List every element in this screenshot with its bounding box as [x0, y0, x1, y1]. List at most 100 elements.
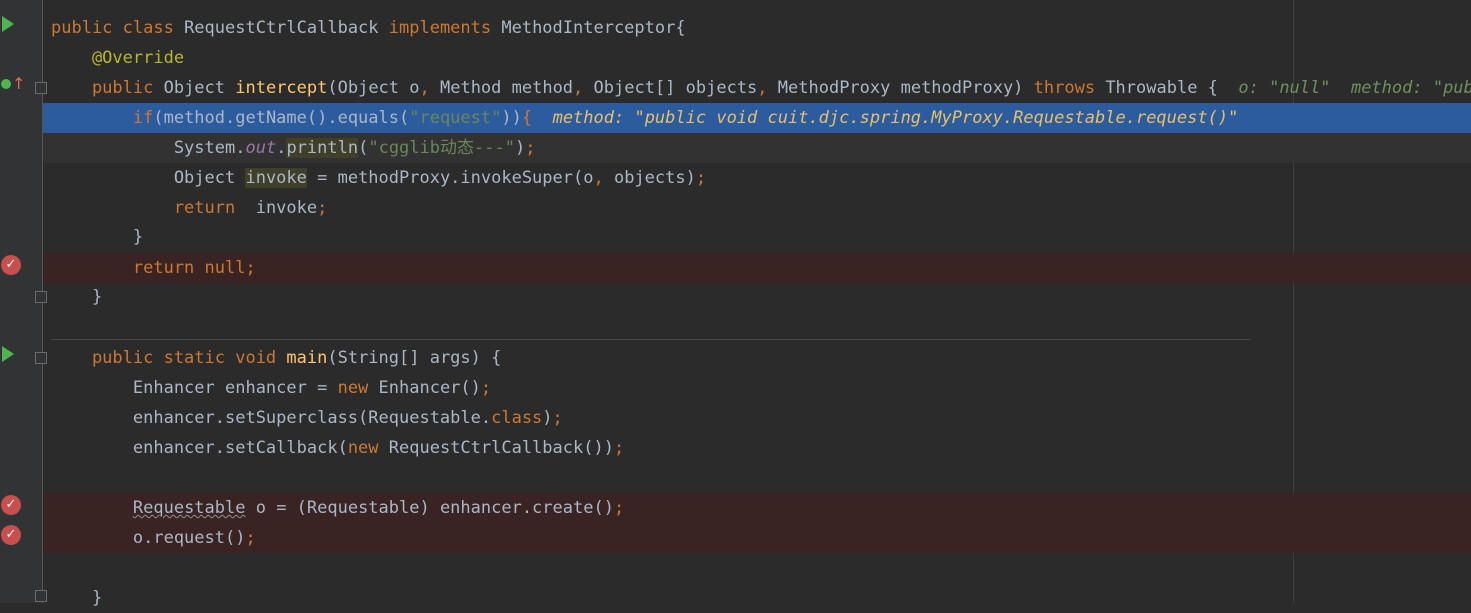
code-text: return invoke;: [51, 193, 328, 223]
code-token: MethodProxy methodProxy): [777, 78, 1034, 98]
code-token: return: [51, 198, 256, 218]
code-text: Enhancer enhancer = new Enhancer();: [51, 373, 491, 403]
code-token: (method.getName().equals(: [153, 108, 410, 128]
code-line[interactable]: [43, 553, 1471, 583]
code-text: Object invoke = methodProxy.invokeSuper(…: [51, 163, 706, 193]
code-line[interactable]: o.request();: [43, 523, 1471, 553]
code-text: return null;: [51, 253, 256, 283]
code-token: public: [51, 78, 164, 98]
code-line[interactable]: Object invoke = methodProxy.invokeSuper(…: [43, 163, 1471, 193]
code-token: Requestable: [132, 498, 246, 518]
code-token: Throwable {: [1105, 78, 1239, 98]
code-line[interactable]: System.out.println("cgglib动态---");: [43, 133, 1471, 163]
code-token: Method method: [439, 78, 574, 98]
code-token: if: [51, 108, 154, 128]
debug-inline-value: o: "null" method: "public: [1238, 78, 1471, 98]
code-line[interactable]: [43, 463, 1471, 493]
code-line[interactable]: }: [43, 583, 1471, 613]
code-line[interactable]: return invoke;: [43, 193, 1471, 223]
code-line[interactable]: Requestable o = (Requestable) enhancer.c…: [43, 493, 1471, 523]
code-text: }: [51, 583, 102, 613]
code-line[interactable]: return null;: [43, 253, 1471, 283]
code-line[interactable]: if(method.getName().equals("request")){ …: [43, 103, 1471, 133]
code-token: Object: [51, 168, 246, 188]
code-text: }: [51, 222, 143, 252]
code-token: new: [337, 378, 379, 398]
code-text: public static void main(String[] args) {: [51, 343, 501, 373]
code-line[interactable]: @Override: [43, 43, 1471, 73]
code-token: ): [542, 408, 553, 428]
code-text: @Override: [51, 43, 184, 73]
code-line[interactable]: enhancer.setCallback(new RequestCtrlCall…: [43, 433, 1471, 463]
code-token: )): [501, 108, 522, 128]
code-token: println: [286, 138, 359, 158]
code-line[interactable]: public class RequestCtrlCallback impleme…: [43, 13, 1471, 43]
code-line[interactable]: }: [43, 282, 1471, 312]
code-token: .: [276, 138, 287, 158]
code-text: System.out.println("cgglib动态---");: [51, 133, 535, 163]
code-token: intercept: [235, 78, 328, 98]
code-token: ;: [245, 528, 256, 548]
code-editor[interactable]: public class RequestCtrlCallback impleme…: [43, 0, 1471, 608]
code-text: o.request();: [51, 523, 256, 553]
breakpoint-icon[interactable]: ✓: [1, 255, 21, 275]
debug-inline-value: method: "public void cuit.djc.spring.MyP…: [552, 108, 1239, 128]
code-token: }: [51, 287, 103, 307]
run-icon[interactable]: [2, 346, 14, 362]
override-icon[interactable]: ↑: [1, 74, 25, 93]
code-token: Object: [163, 78, 236, 98]
code-token: = methodProxy.invokeSuper(o: [306, 168, 594, 188]
code-token: invoke: [255, 198, 318, 218]
code-token: o.request(): [51, 528, 246, 548]
code-token: Enhancer(): [378, 378, 481, 398]
code-token: Enhancer enhancer =: [51, 378, 338, 398]
code-text: Requestable o = (Requestable) enhancer.c…: [51, 493, 624, 523]
code-token: invoke: [245, 168, 307, 188]
code-text: public class RequestCtrlCallback impleme…: [51, 13, 686, 43]
code-line[interactable]: public static void main(String[] args) {: [43, 343, 1471, 373]
code-token: ,: [593, 168, 614, 188]
code-token: ;: [317, 198, 328, 218]
code-text: public Object intercept(Object o, Method…: [51, 73, 1471, 103]
code-line[interactable]: [43, 312, 1471, 342]
code-token: enhancer.setSuperclass(Requestable.: [51, 408, 492, 428]
code-token: implements: [388, 18, 502, 38]
code-line[interactable]: Enhancer enhancer = new Enhancer();: [43, 373, 1471, 403]
code-token: o = (Requestable) enhancer.create(): [245, 498, 614, 518]
code-token: ;: [552, 408, 563, 428]
code-token: "cgglib动态---": [368, 138, 515, 158]
code-text: if(method.getName().equals("request")){ …: [51, 103, 1238, 133]
code-line[interactable]: public Object intercept(Object o, Method…: [43, 73, 1471, 103]
code-text: enhancer.setSuperclass(Requestable.class…: [51, 403, 563, 433]
code-token: RequestCtrlCallback: [184, 18, 389, 38]
code-token: }: [51, 588, 103, 608]
code-token: ;: [695, 168, 707, 188]
code-token: ;: [613, 498, 625, 518]
code-token: public static void: [51, 348, 287, 368]
breakpoint-icon[interactable]: ✓: [1, 495, 21, 515]
code-token: {: [521, 108, 533, 128]
code-token: System.: [51, 138, 246, 158]
code-token: throws: [1033, 78, 1106, 98]
code-token: ;: [525, 138, 536, 158]
code-token: new: [347, 438, 389, 458]
code-token: class: [491, 408, 543, 428]
code-token: ): [514, 138, 526, 158]
code-token: MethodInterceptor{: [501, 18, 686, 38]
code-token: ,: [757, 78, 778, 98]
code-text: }: [51, 282, 102, 312]
code-line[interactable]: enhancer.setSuperclass(Requestable.class…: [43, 403, 1471, 433]
code-token: ;: [613, 438, 625, 458]
code-token: Object[] objects: [593, 78, 758, 98]
code-token: public class: [51, 18, 185, 38]
code-token: "request": [409, 108, 502, 128]
run-icon[interactable]: [2, 16, 14, 32]
code-token: enhancer.setCallback(: [51, 438, 348, 458]
breakpoint-icon[interactable]: ✓: [1, 525, 21, 545]
code-token: ,: [573, 78, 594, 98]
code-line[interactable]: }: [43, 222, 1471, 252]
editor-gutter[interactable]: ↑ ✓ ✓ ✓: [0, 0, 47, 603]
code-token: ,: [419, 78, 440, 98]
